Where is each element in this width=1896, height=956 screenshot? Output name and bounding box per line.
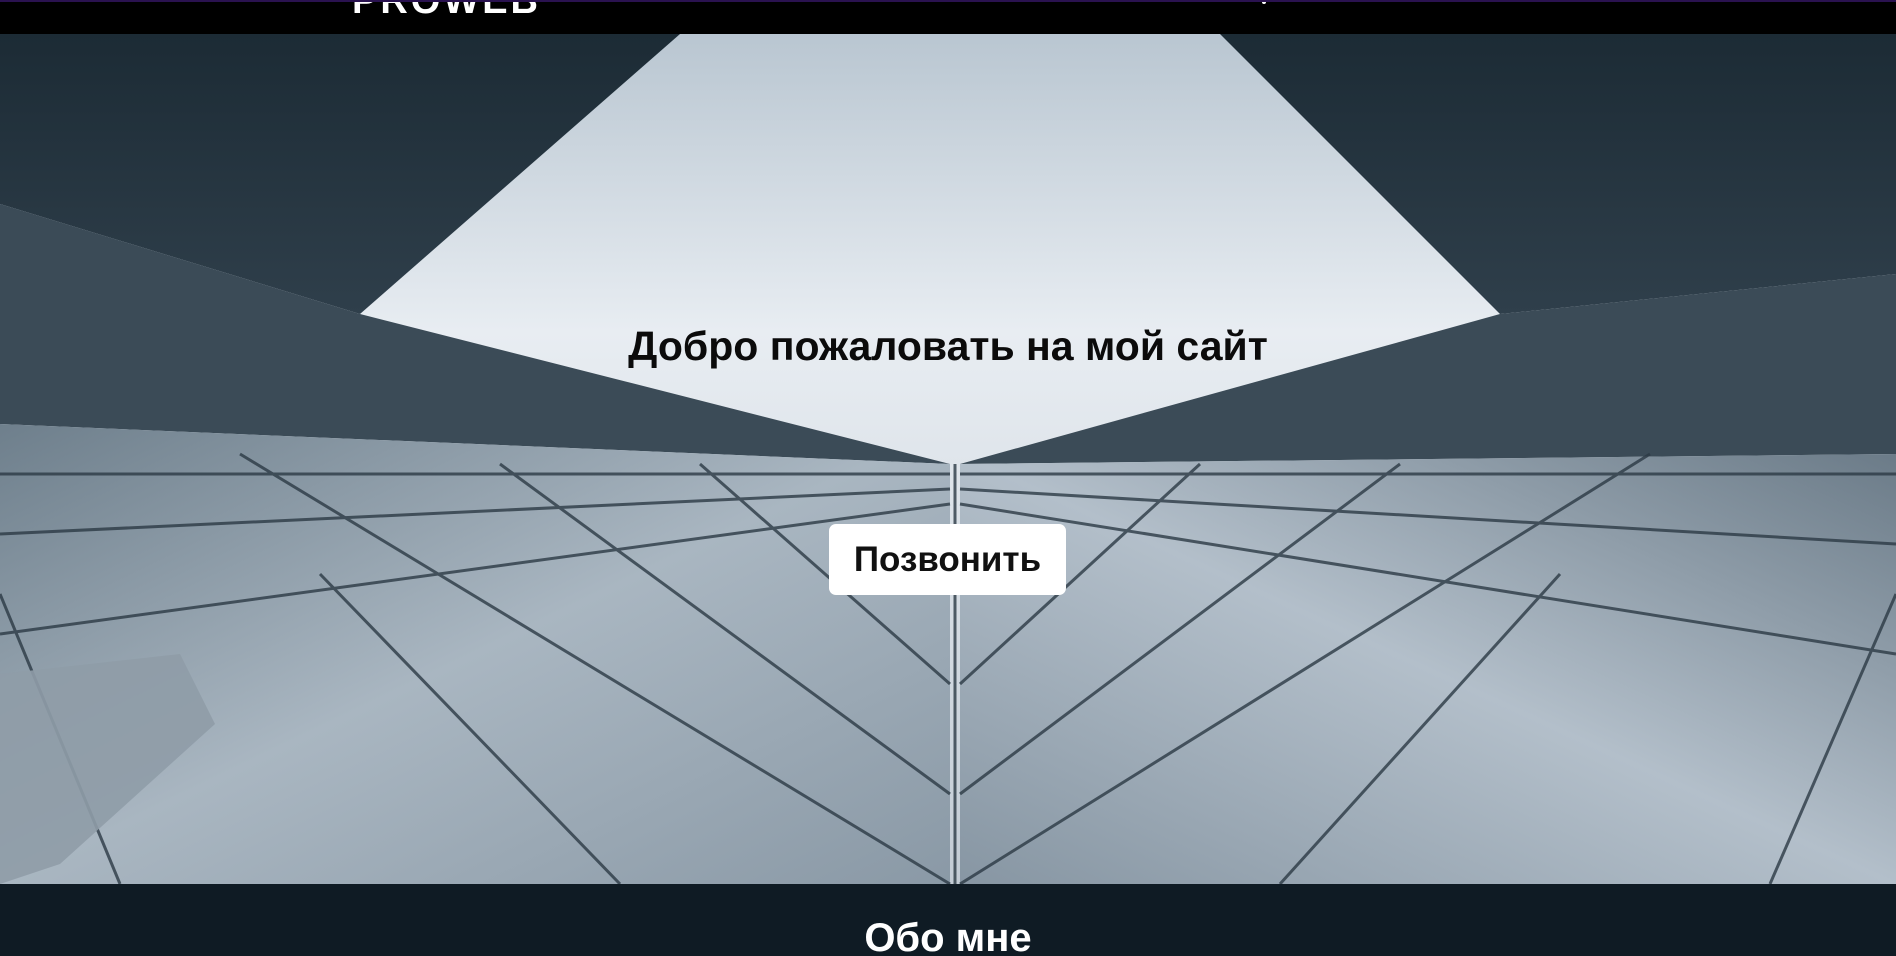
site-header: PROWEB bbox=[0, 0, 1896, 34]
nav-menu-item[interactable] bbox=[1262, 2, 1266, 4]
site-logo[interactable]: PROWEB bbox=[352, 2, 541, 23]
about-section: Обо мне bbox=[0, 884, 1896, 956]
call-button[interactable]: Позвонить bbox=[829, 524, 1066, 595]
hero-section: Добро пожаловать на мой сайт Позвонить bbox=[0, 34, 1896, 884]
about-title: Обо мне bbox=[864, 916, 1032, 956]
hero-title: Добро пожаловать на мой сайт bbox=[628, 323, 1268, 369]
hero-background-image bbox=[0, 34, 1896, 884]
